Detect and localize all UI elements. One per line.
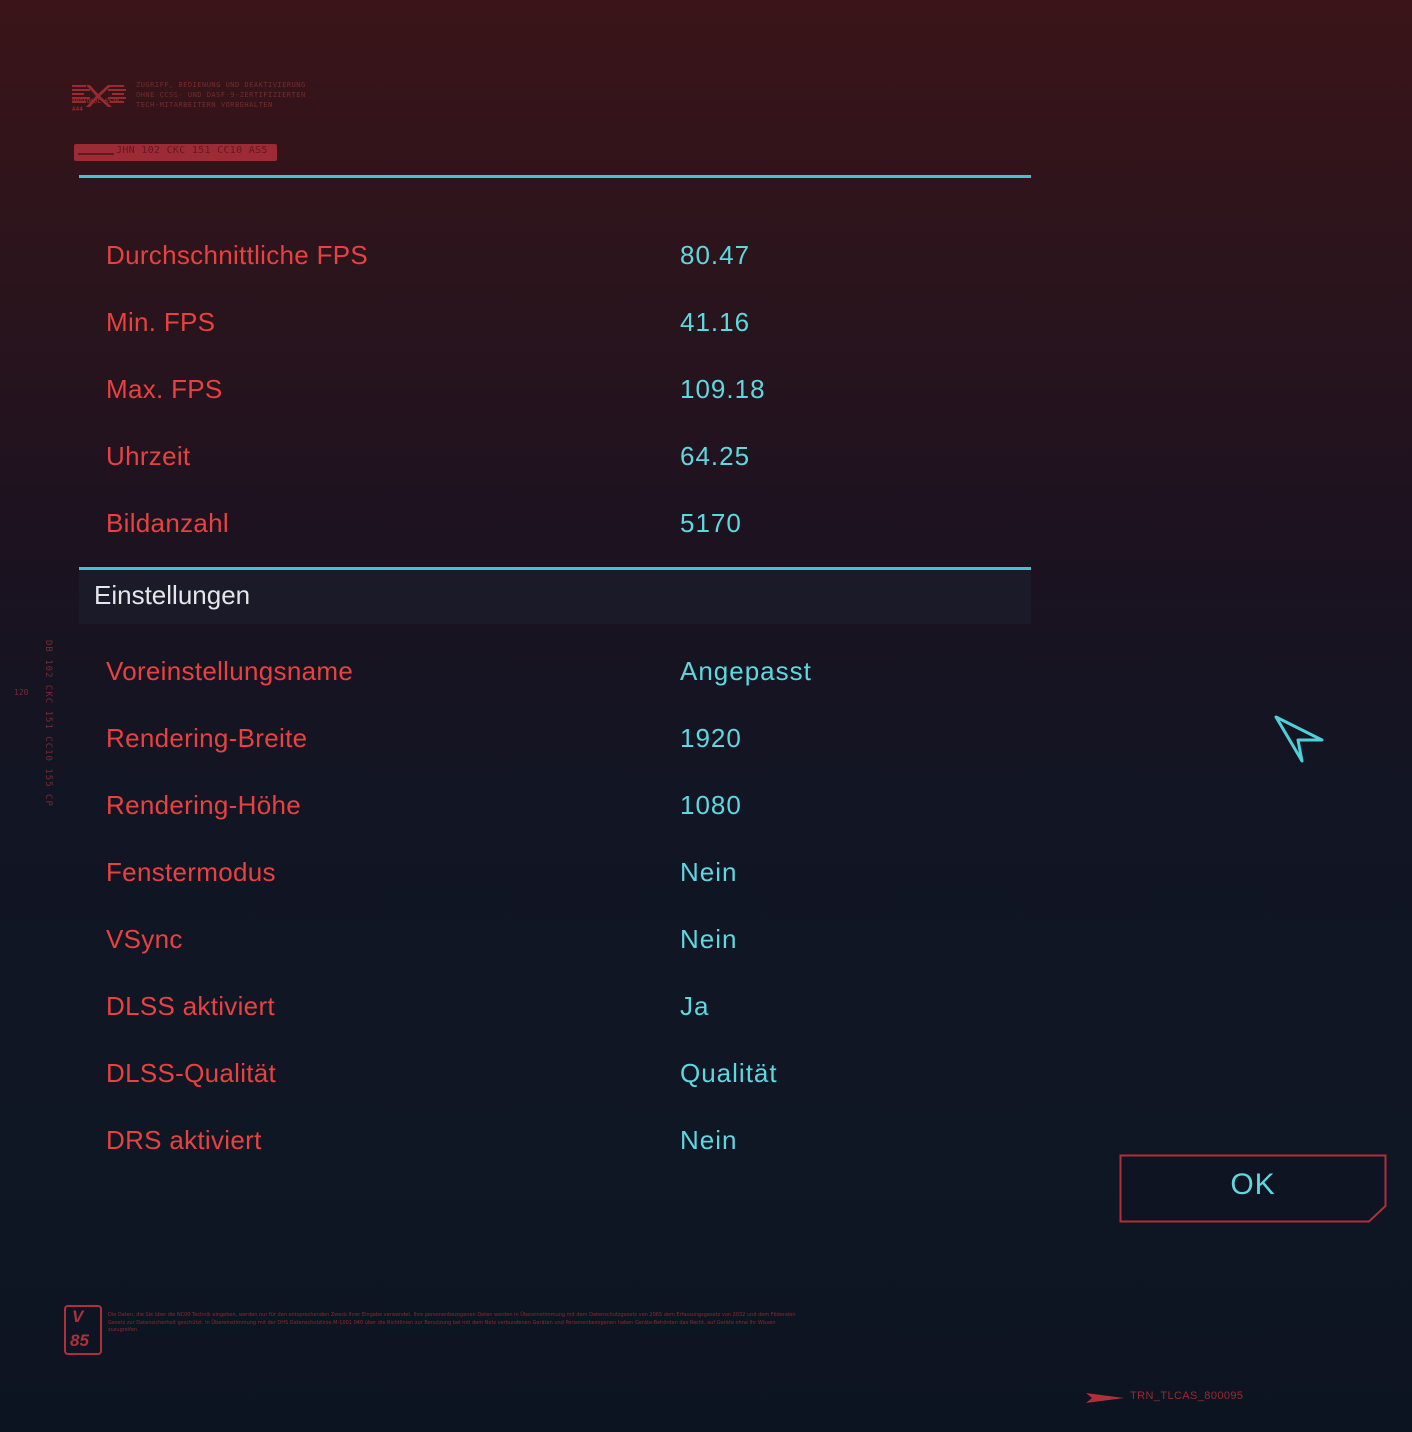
setting-label: VSync: [106, 924, 183, 954]
setting-label: DLSS-Qualität: [106, 1058, 277, 1088]
settings-section-header: Einstellungen: [79, 567, 1031, 624]
result-label: Min. FPS: [106, 307, 216, 337]
result-label: Uhrzeit: [106, 441, 191, 471]
result-value: 41.16: [680, 307, 751, 337]
header-tag-text: JHN 102 CKC 151 CC10 AS5: [116, 145, 268, 156]
version-number: 85: [70, 1331, 89, 1350]
result-row-max-fps: Max. FPS 109.18: [106, 374, 1006, 410]
setting-row-preset: Voreinstellungsname Angepasst: [106, 656, 1006, 692]
setting-label: DRS aktiviert: [106, 1125, 262, 1155]
setting-value: Angepasst: [680, 656, 812, 686]
settings-section-title: Einstellungen: [94, 580, 251, 610]
protocol-label: PROTOCOL 6520-A44: [72, 98, 123, 113]
ok-button[interactable]: OK: [1119, 1154, 1387, 1223]
setting-label: Voreinstellungsname: [106, 656, 354, 686]
version-badge: V 85: [64, 1305, 102, 1355]
setting-label: DLSS aktiviert: [106, 991, 275, 1021]
result-row-min-fps: Min. FPS 41.16: [106, 307, 1006, 343]
header-notice: ZUGRIFF, BEDIENUNG UND DEAKTIVIERUNG OHN…: [136, 81, 306, 109]
result-value: 80.47: [680, 240, 751, 270]
setting-value: Ja: [680, 991, 710, 1021]
setting-value: 1080: [680, 790, 742, 820]
setting-label: Rendering-Höhe: [106, 790, 301, 820]
section-divider: [79, 567, 1031, 570]
side-vertical-code: DB 102 CKC 151 CC10 155 CP: [43, 640, 53, 807]
result-row-time: Uhrzeit 64.25: [106, 441, 1006, 477]
result-row-avg-fps: Durchschnittliche FPS 80.47: [106, 240, 1006, 276]
tag-bar: [78, 153, 114, 155]
ok-button-label: OK: [1230, 1168, 1276, 1201]
result-value: 64.25: [680, 441, 751, 471]
setting-value: 1920: [680, 723, 742, 753]
header-tag: JHN 102 CKC 151 CC10 AS5: [74, 144, 277, 161]
setting-label: Fenstermodus: [106, 857, 276, 887]
setting-label: Rendering-Breite: [106, 723, 308, 753]
version-letter: V: [72, 1307, 84, 1326]
result-value: 5170: [680, 508, 742, 538]
result-label: Durchschnittliche FPS: [106, 240, 369, 270]
result-value: 109.18: [680, 374, 766, 404]
cursor-arrow-icon: [1274, 715, 1324, 763]
result-label: Bildanzahl: [106, 508, 229, 538]
setting-value: Qualität: [680, 1058, 778, 1088]
setting-row-render-width: Rendering-Breite 1920: [106, 723, 1006, 759]
legal-disclaimer: Die Daten, die Sie über die NC00 Technik…: [108, 1312, 796, 1333]
setting-row-render-height: Rendering-Höhe 1080: [106, 790, 1006, 826]
bottom-code-text: TRN_TLCAS_800095: [1130, 1390, 1244, 1402]
setting-row-window-mode: Fenstermodus Nein: [106, 857, 1006, 893]
bottom-code: TRN_TLCAS_800095: [1086, 1390, 1286, 1406]
setting-row-dlss-enabled: DLSS aktiviert Ja: [106, 991, 1006, 1027]
setting-value: Nein: [680, 857, 738, 887]
setting-value: Nein: [680, 1125, 738, 1155]
side-mark: 120: [14, 688, 29, 697]
setting-value: Nein: [680, 924, 738, 954]
result-row-frame-count: Bildanzahl 5170: [106, 508, 1006, 544]
setting-row-drs-enabled: DRS aktiviert Nein: [106, 1125, 1006, 1161]
setting-row-vsync: VSync Nein: [106, 924, 1006, 960]
setting-row-dlss-quality: DLSS-Qualität Qualität: [106, 1058, 1006, 1094]
result-label: Max. FPS: [106, 374, 223, 404]
arrow-right-icon: [1086, 1393, 1124, 1403]
top-divider: [79, 175, 1031, 178]
